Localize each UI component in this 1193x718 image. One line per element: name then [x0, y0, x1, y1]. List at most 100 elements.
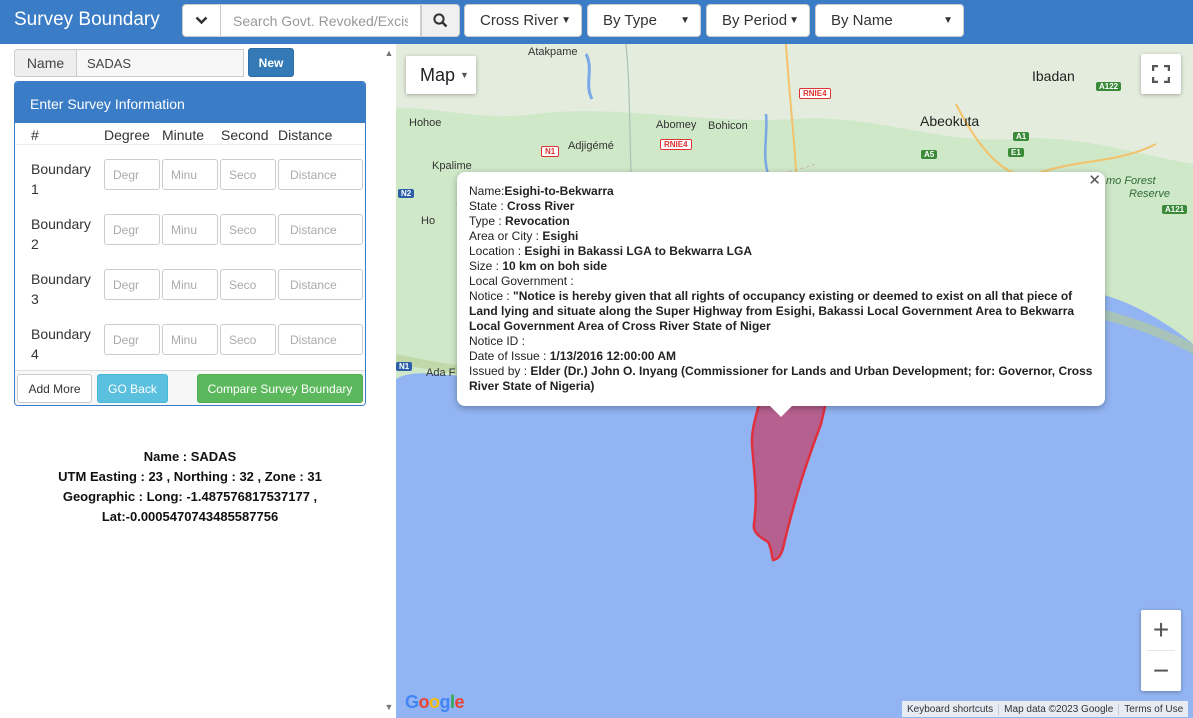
select-caret-icon: ▼ — [680, 15, 690, 26]
map-attribution: Keyboard shortcuts Map data ©2023 Google… — [902, 701, 1189, 717]
popup-state-line: State : Cross River — [469, 199, 1093, 214]
place-label: Bohicon — [708, 120, 748, 132]
degree-input[interactable]: Degr — [104, 324, 160, 355]
type-select[interactable]: By Type ▼ — [587, 4, 701, 37]
map-type-button[interactable]: Map ▼ — [406, 56, 476, 94]
fullscreen-button[interactable] — [1141, 54, 1181, 94]
minute-input[interactable]: Minu — [162, 269, 218, 300]
summary-latitude: Lat:-0.0005470743485587756 — [101, 509, 279, 524]
search-dropdown-button[interactable] — [182, 4, 221, 37]
new-button[interactable]: New — [248, 48, 294, 77]
place-label: Kpalime — [432, 160, 472, 172]
minus-icon: − — [1152, 655, 1170, 686]
field-label: State : — [469, 199, 508, 213]
summary-utm: UTM Easting : 23 , Northing : 32 , Zone … — [58, 469, 322, 484]
popup-notice-line: Notice : "Notice is hereby given that al… — [469, 289, 1093, 334]
field-value: Cross River — [507, 199, 575, 213]
place-label: mo Forest — [1106, 175, 1156, 187]
survey-summary: Name : SADAS UTM Easting : 23 , Northing… — [20, 447, 360, 527]
select-caret-icon: ▼ — [561, 15, 571, 26]
place-label: Ada F — [426, 367, 456, 379]
field-value: Esighi-to-Bekwarra — [504, 184, 614, 198]
plus-icon: + — [1152, 614, 1170, 645]
field-label: Notice : — [469, 289, 514, 303]
zoom-in-button[interactable]: + — [1141, 610, 1181, 650]
compare-survey-boundary-button[interactable]: Compare Survey Boundary — [197, 374, 363, 403]
degree-input[interactable]: Degr — [104, 214, 160, 245]
distance-input[interactable]: Distance — [278, 159, 363, 190]
second-input[interactable]: Seco — [220, 269, 276, 300]
road-shield: RNIE4 — [799, 88, 831, 99]
degree-input[interactable]: Degr — [104, 269, 160, 300]
field-value: 1/13/2016 12:00:00 AM — [549, 349, 677, 363]
popup-notice-id-line: Notice ID : — [469, 334, 1093, 349]
type-select-value: By Type — [603, 12, 657, 29]
map-canvas[interactable]: Atakpame Ibadan Hohoe Abomey Bohicon Abe… — [396, 44, 1193, 718]
place-label: Abomey — [656, 119, 697, 131]
field-value: "Notice is hereby given that all rights … — [469, 289, 1075, 333]
zoom-controls: + − — [1141, 610, 1181, 691]
state-select-value: Cross River — [480, 12, 559, 29]
boundary-label: Boundary 2 — [31, 216, 91, 252]
period-select[interactable]: By Period ▼ — [706, 4, 810, 37]
caret-down-icon: ▼ — [460, 70, 469, 80]
column-header: Degree — [104, 127, 150, 143]
distance-input[interactable]: Distance — [278, 324, 363, 355]
name-select[interactable]: By Name ▼ — [815, 4, 964, 37]
top-bar: Survey Boundary Cross River▼ By Type▼ By… — [0, 0, 1193, 44]
add-more-button[interactable]: Add More — [17, 374, 92, 403]
summary-geographic: Geographic : Long: -1.487576817537177 , — [62, 489, 318, 504]
search-input[interactable] — [221, 4, 421, 37]
distance-input[interactable]: Distance — [278, 214, 363, 245]
place-label: Reserve — [1129, 188, 1170, 200]
go-back-button[interactable]: GO Back — [97, 374, 168, 403]
info-window: ✕ Name:Esighi-to-Bekwarra State : Cross … — [457, 172, 1105, 406]
scroll-down-arrow-icon[interactable]: ▼ — [383, 702, 395, 714]
chevron-down-icon — [195, 16, 208, 25]
table-row: Boundary 3 Degr Minu Seco Distance — [15, 261, 365, 316]
field-value: 10 km on boh side — [502, 259, 608, 273]
panel-title: Enter Survey Information — [15, 82, 365, 123]
select-caret-icon: ▼ — [789, 15, 799, 26]
field-label: Area or City : — [469, 229, 543, 243]
boundary-label: Boundary 1 — [31, 161, 91, 197]
state-select[interactable]: Cross River ▼ — [464, 4, 582, 37]
minute-input[interactable]: Minu — [162, 159, 218, 190]
road-shield: A122 — [1096, 82, 1122, 91]
zoom-out-button[interactable]: − — [1141, 651, 1181, 691]
second-input[interactable]: Seco — [220, 214, 276, 245]
column-header: # — [31, 127, 39, 143]
minute-input[interactable]: Minu — [162, 324, 218, 355]
popup-issued-line: Issued by : Elder (Dr.) John O. Inyang (… — [469, 364, 1093, 394]
field-label: Issued by : — [469, 364, 531, 378]
field-label: Type : — [469, 214, 506, 228]
distance-input[interactable]: Distance — [278, 269, 363, 300]
column-header: Second — [221, 127, 269, 143]
field-label: Location : — [469, 244, 525, 258]
second-input[interactable]: Seco — [220, 159, 276, 190]
keyboard-shortcuts-link[interactable]: Keyboard shortcuts — [902, 703, 1000, 715]
field-label: Size : — [469, 259, 503, 273]
place-label: Ibadan — [1032, 68, 1075, 84]
popup-type-line: Type : Revocation — [469, 214, 1093, 229]
table-row: Boundary 4 Degr Minu Seco Distance — [15, 316, 365, 370]
field-label: Notice ID : — [469, 334, 526, 348]
google-logo: Google — [405, 692, 465, 712]
road-shield: A121 — [1162, 205, 1188, 214]
name-label: Name — [14, 49, 77, 77]
scroll-up-arrow-icon[interactable]: ▲ — [383, 48, 395, 60]
search-button[interactable] — [421, 4, 460, 37]
map-data-text: Map data ©2023 Google — [999, 703, 1120, 715]
degree-input[interactable]: Degr — [104, 159, 160, 190]
table-row: Boundary 2 Degr Minu Seco Distance — [15, 206, 365, 261]
popup-lg-line: Local Government : — [469, 274, 1093, 289]
close-icon[interactable]: ✕ — [1088, 173, 1101, 188]
app-title: Survey Boundary — [14, 9, 160, 30]
terms-of-use-link[interactable]: Terms of Use — [1119, 704, 1188, 715]
second-input[interactable]: Seco — [220, 324, 276, 355]
popup-location-line: Location : Esighi in Bakassi LGA to Bekw… — [469, 244, 1093, 259]
minute-input[interactable]: Minu — [162, 214, 218, 245]
place-label: Ho — [421, 215, 436, 227]
name-input[interactable]: SADAS — [77, 49, 244, 77]
column-header: Minute — [162, 127, 205, 143]
